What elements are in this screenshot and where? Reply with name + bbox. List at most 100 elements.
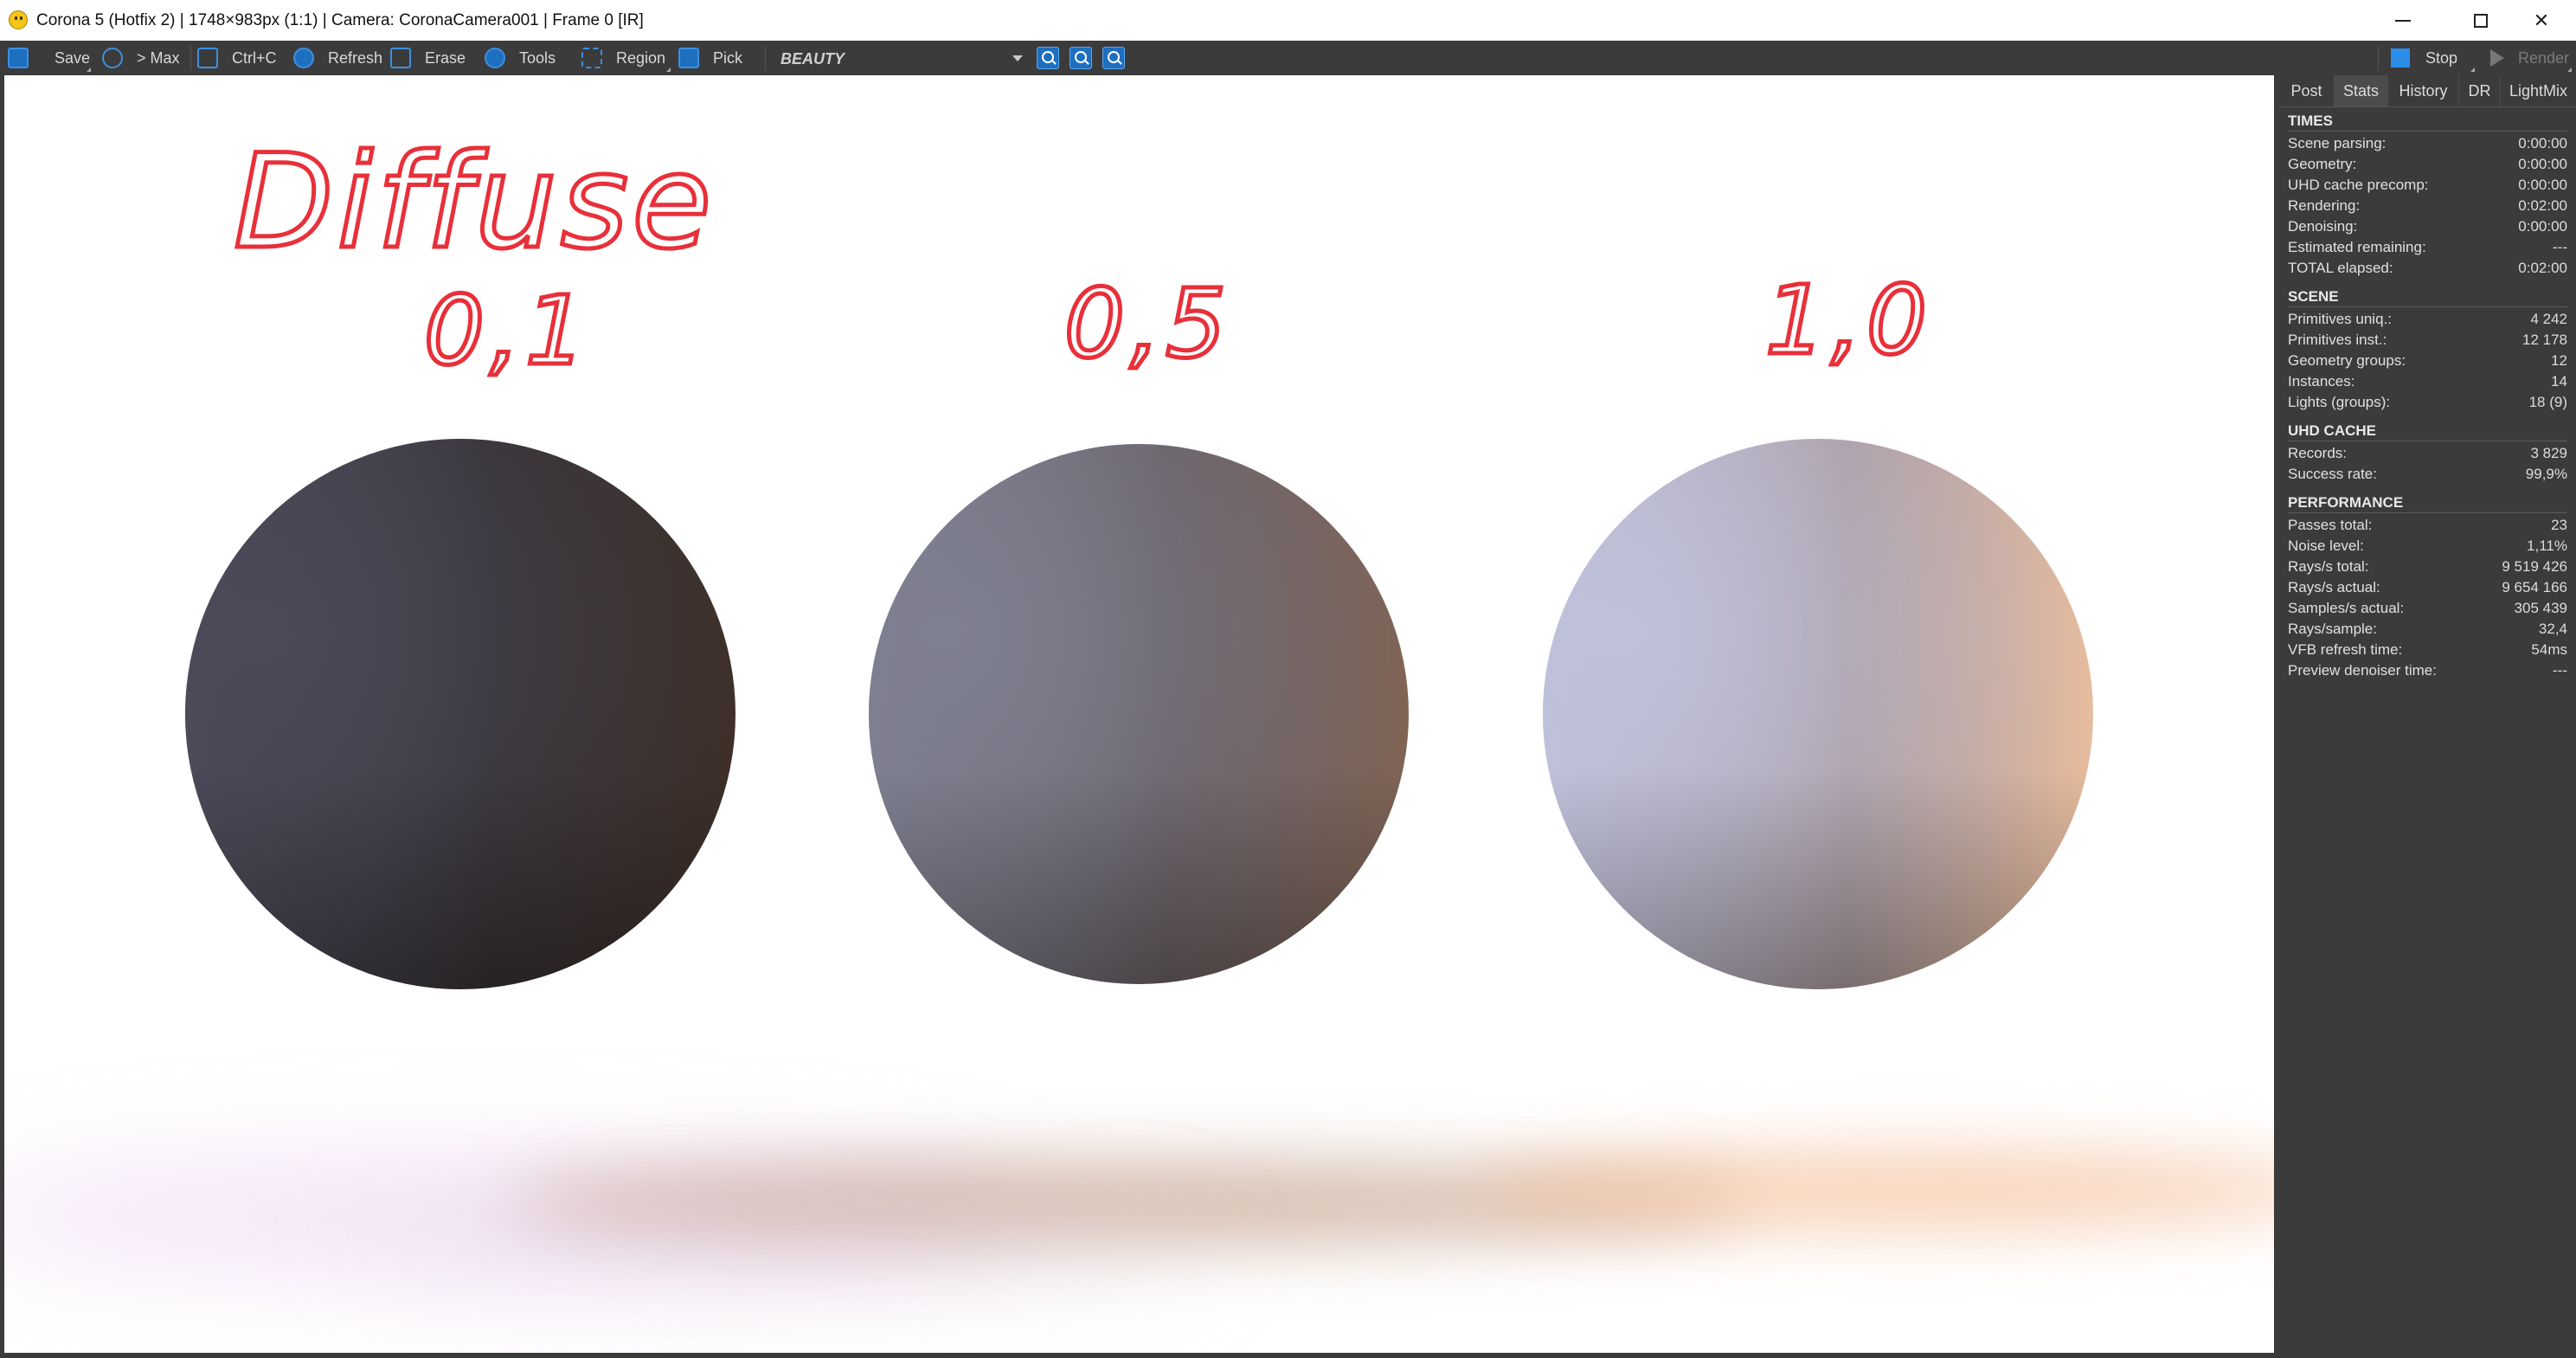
floor-shadow xyxy=(4,1151,2274,1272)
stat-value: 32,4 xyxy=(2538,621,2567,637)
stat-label: Instances: xyxy=(2288,373,2355,389)
tools-label: Tools xyxy=(519,48,556,67)
max-button[interactable]: > Max xyxy=(102,41,180,75)
erase-icon xyxy=(390,48,411,68)
zoom-fit-icon[interactable] xyxy=(1102,47,1125,69)
stat-value: 12 178 xyxy=(2522,331,2567,348)
stat-value: 18 (9) xyxy=(2528,394,2567,410)
region-dropdown-corner[interactable] xyxy=(666,68,671,72)
stat-value: 1,11% xyxy=(2527,537,2567,554)
stat-label: Geometry: xyxy=(2288,156,2357,172)
render-dropdown-corner[interactable] xyxy=(2567,68,2572,72)
sphere-0-1 xyxy=(185,439,736,989)
render-element-value: BEAUTY xyxy=(781,50,845,68)
stop-dropdown-corner[interactable] xyxy=(2470,68,2475,72)
minimize-button[interactable] xyxy=(2368,0,2438,41)
stat-row: Rendering: 0:02:00 xyxy=(2288,196,2567,216)
stat-row: Primitives uniq.: 4 242 xyxy=(2288,309,2567,330)
section-heading-times: TIMES xyxy=(2288,108,2567,132)
stat-row: Rays/s actual: 9 654 166 xyxy=(2288,577,2567,598)
stat-label: Estimated remaining: xyxy=(2288,239,2426,255)
zoom-in-icon[interactable] xyxy=(1037,47,1059,69)
stat-row: Lights (groups): 18 (9) xyxy=(2288,392,2567,413)
stats-list: TIMES Scene parsing: 0:00:00 Geometry: 0:00:… xyxy=(2288,108,2567,686)
vfb-toolbar: Save > Max Ctrl+C Refresh Erase Tools Re… xyxy=(0,41,2576,75)
region-label: Region xyxy=(616,48,666,67)
stat-label: Primitives uniq.: xyxy=(2288,311,2392,327)
section-heading-performance: PERFORMANCE xyxy=(2288,490,2567,513)
stat-label: Lights (groups): xyxy=(2288,394,2391,410)
stat-label: Rays/s actual: xyxy=(2288,579,2380,595)
max-icon xyxy=(102,48,123,68)
stat-value: 14 xyxy=(2551,373,2567,389)
sphere-1-0 xyxy=(1543,439,2093,989)
maximize-icon xyxy=(2474,13,2488,28)
maximize-button[interactable] xyxy=(2446,0,2515,41)
clipboard-icon xyxy=(197,48,218,68)
save-button[interactable]: Save xyxy=(8,41,90,75)
stat-row: Estimated remaining: --- xyxy=(2288,237,2567,258)
stat-label: Scene parsing: xyxy=(2288,135,2386,151)
stat-value: 0:00:00 xyxy=(2518,218,2567,235)
stats-panel: Post Stats History DR LightMix TIMES Scen… xyxy=(2279,75,2576,1358)
stat-row: Geometry: 0:00:00 xyxy=(2288,154,2567,175)
stat-label: UHD cache precomp: xyxy=(2288,177,2429,193)
stop-button[interactable]: Stop xyxy=(2391,41,2457,75)
save-dropdown-corner[interactable] xyxy=(87,68,91,72)
stat-row: Rays/s total: 9 519 426 xyxy=(2288,557,2567,577)
stat-label: Samples/s actual: xyxy=(2288,600,2405,616)
render-element-select[interactable]: BEAUTY xyxy=(770,44,1030,72)
refresh-button[interactable]: Refresh xyxy=(293,41,382,75)
stat-row: Instances: 14 xyxy=(2288,371,2567,392)
stat-value: 3 829 xyxy=(2530,445,2567,461)
region-button[interactable]: Region xyxy=(581,41,665,75)
label-0-5: 0,5 xyxy=(1064,268,1231,379)
label-0-1: 0,1 xyxy=(424,275,591,386)
tab-post[interactable]: Post xyxy=(2279,75,2335,106)
corona-app-icon xyxy=(9,10,28,29)
render-button[interactable]: Render xyxy=(2490,41,2569,75)
render-play-icon xyxy=(2490,49,2504,67)
render-label: Render xyxy=(2518,48,2570,67)
tools-button[interactable]: Tools xyxy=(485,41,556,75)
save-icon xyxy=(8,48,29,68)
stat-label: Primitives inst.: xyxy=(2288,331,2387,348)
stat-label: Rendering: xyxy=(2288,197,2361,214)
chevron-down-icon[interactable] xyxy=(1012,55,1023,61)
stat-value: 54ms xyxy=(2531,641,2567,658)
section-heading-uhd-cache: UHD CACHE xyxy=(2288,418,2567,441)
stat-label: Denoising: xyxy=(2288,218,2358,235)
stat-value: 9 654 166 xyxy=(2502,579,2567,595)
tab-dr[interactable]: DR xyxy=(2459,75,2501,106)
stat-label: Records: xyxy=(2288,445,2348,461)
stat-label: Preview denoiser time: xyxy=(2288,662,2437,679)
title-bar: Corona 5 (Hotfix 2) | 1748×983px (1:1) |… xyxy=(0,0,2576,41)
copy-button[interactable]: Ctrl+C xyxy=(197,41,277,75)
stat-value: 0:00:00 xyxy=(2518,135,2567,151)
tab-history[interactable]: History xyxy=(2388,75,2459,106)
stat-row: Passes total: 23 xyxy=(2288,515,2567,536)
stat-row: Geometry groups: 12 xyxy=(2288,351,2567,371)
minimize-icon xyxy=(2395,19,2411,22)
zoom-out-icon[interactable] xyxy=(1070,47,1092,69)
tab-lightmix[interactable]: LightMix xyxy=(2501,75,2576,106)
stat-value: 305 439 xyxy=(2514,600,2567,616)
stat-value: 4 242 xyxy=(2530,311,2567,327)
render-viewport[interactable]: Diffuse 0,1 0,5 1,0 xyxy=(4,78,2274,1353)
tab-stats[interactable]: Stats xyxy=(2335,75,2388,106)
pick-label: Pick xyxy=(713,48,743,67)
render-image: Diffuse 0,1 0,5 1,0 xyxy=(4,126,2274,1272)
refresh-icon xyxy=(293,48,314,68)
pick-button[interactable]: Pick xyxy=(678,41,742,75)
erase-button[interactable]: Erase xyxy=(390,41,466,75)
sphere-0-5 xyxy=(869,444,1409,984)
stat-value: 0:00:00 xyxy=(2518,156,2567,172)
pick-hand-icon xyxy=(678,48,699,68)
stat-row: Success rate: 99,9% xyxy=(2288,464,2567,485)
copy-label: Ctrl+C xyxy=(232,48,277,67)
stat-row: Preview denoiser time: --- xyxy=(2288,660,2567,681)
stat-label: Geometry groups: xyxy=(2288,352,2406,369)
stat-label: Noise level: xyxy=(2288,537,2364,554)
panel-tabs: Post Stats History DR LightMix xyxy=(2279,75,2576,107)
close-button[interactable]: ✕ xyxy=(2507,0,2576,41)
